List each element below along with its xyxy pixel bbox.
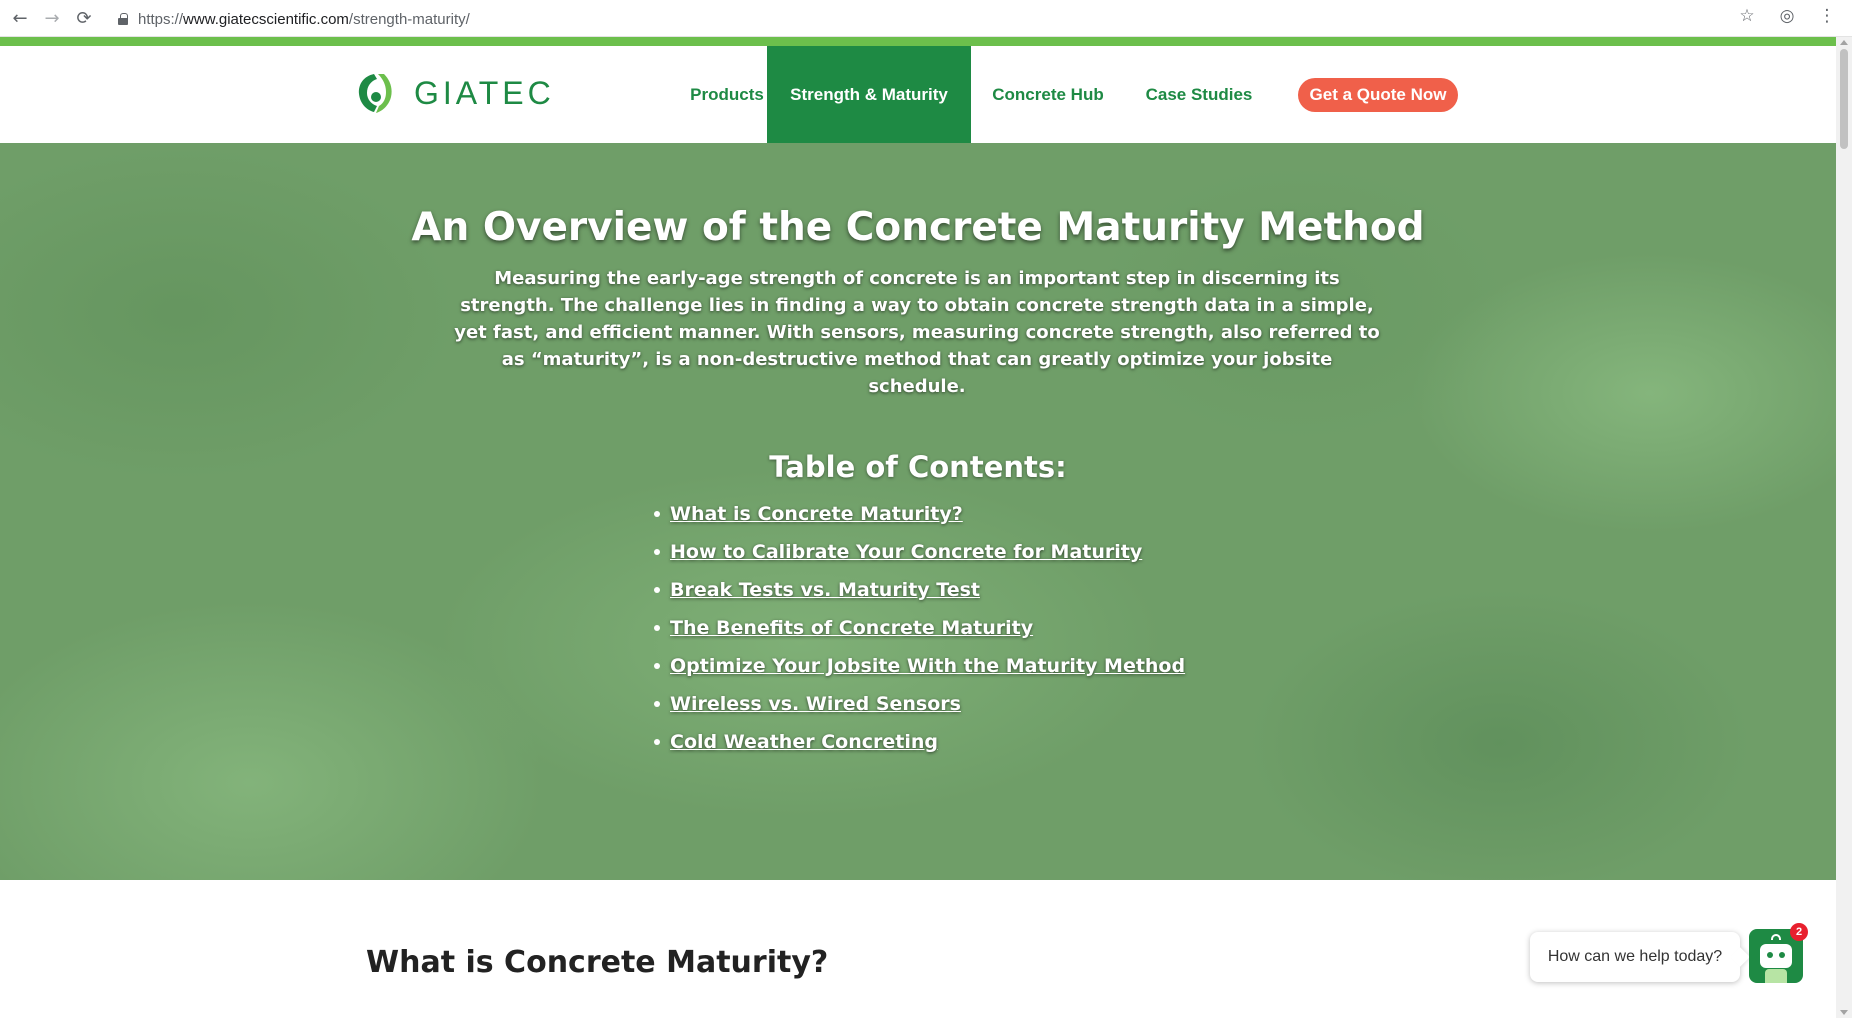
toc-link-what-is-maturity[interactable]: What is Concrete Maturity? <box>670 503 963 525</box>
get-quote-button[interactable]: Get a Quote Now <box>1298 78 1458 112</box>
toc-link-optimize-jobsite[interactable]: Optimize Your Jobsite With the Maturity … <box>670 655 1185 677</box>
toc-link-break-tests[interactable]: Break Tests vs. Maturity Test <box>670 579 980 601</box>
hero-intro: Measuring the early-age strength of conc… <box>454 268 1380 397</box>
reload-icon[interactable]: ⟳ <box>72 6 96 30</box>
hero-banner: An Overview of the Concrete Maturity Met… <box>0 143 1836 880</box>
back-icon[interactable]: ← <box>8 6 32 30</box>
toc-item: Wireless vs. Wired Sensors <box>654 685 1185 723</box>
section-heading: What is Concrete Maturity? <box>366 945 829 980</box>
page-scrollbar[interactable] <box>1836 37 1852 1018</box>
toc-item: Break Tests vs. Maturity Test <box>654 571 1185 609</box>
toc-item: Cold Weather Concreting <box>654 723 1185 761</box>
scrollbar-thumb[interactable] <box>1840 49 1848 149</box>
nav-strength-maturity[interactable]: Strength & Maturity <box>767 46 971 143</box>
robot-eye <box>1779 952 1785 958</box>
toc-link-wireless-vs-wired[interactable]: Wireless vs. Wired Sensors <box>670 693 961 715</box>
chat-prompt-bubble[interactable]: How can we help today? <box>1530 932 1740 982</box>
toc-item: Optimize Your Jobsite With the Maturity … <box>654 647 1185 685</box>
scroll-up-icon[interactable] <box>1840 40 1848 45</box>
toc-link-cold-weather[interactable]: Cold Weather Concreting <box>670 731 938 753</box>
bullet-icon <box>654 739 660 745</box>
robot-eye <box>1767 952 1773 958</box>
notification-badge: 2 <box>1790 923 1808 941</box>
robot-face-icon <box>1760 944 1792 968</box>
logo-wordmark: GIATEC <box>414 74 555 111</box>
url-path: /strength-maturity/ <box>348 10 470 28</box>
incognito-icon[interactable]: ◎ <box>1776 6 1798 26</box>
nav-case-studies[interactable]: Case Studies <box>1137 46 1261 143</box>
toc-link-calibrate[interactable]: How to Calibrate Your Concrete for Matur… <box>670 541 1142 563</box>
giatec-logo[interactable]: GIATEC <box>350 70 555 116</box>
site-header: GIATEC Products Strength & Maturity Conc… <box>0 46 1836 143</box>
scroll-down-icon[interactable] <box>1840 1010 1848 1015</box>
wifi-signal-icon <box>1771 934 1781 940</box>
toc-item: What is Concrete Maturity? <box>654 495 1185 533</box>
lock-icon <box>118 13 128 25</box>
browser-toolbar: ← → ⟳ https://www.giatecscientific.com/s… <box>0 0 1852 37</box>
toc-item: How to Calibrate Your Concrete for Matur… <box>654 533 1185 571</box>
bullet-icon <box>654 701 660 707</box>
nav-concrete-hub[interactable]: Concrete Hub <box>981 46 1115 143</box>
url-host: www.giatecscientific.com <box>183 10 349 28</box>
table-of-contents: What is Concrete Maturity? How to Calibr… <box>654 495 1185 761</box>
toc-link-benefits[interactable]: The Benefits of Concrete Maturity <box>670 617 1033 639</box>
toc-item: The Benefits of Concrete Maturity <box>654 609 1185 647</box>
forward-icon[interactable]: → <box>40 6 64 30</box>
url-scheme: https:// <box>138 10 184 28</box>
bookmark-star-icon[interactable]: ☆ <box>1736 6 1758 26</box>
page-title: An Overview of the Concrete Maturity Met… <box>411 205 1425 250</box>
bullet-icon <box>654 663 660 669</box>
giatec-logo-icon <box>358 74 392 113</box>
chat-prompt-text: How can we help today? <box>1547 948 1723 965</box>
robot-body <box>1765 969 1787 983</box>
bullet-icon <box>654 625 660 631</box>
toc-heading: Table of Contents: <box>769 450 1067 484</box>
bullet-icon <box>654 549 660 555</box>
accent-bar <box>0 37 1836 46</box>
browser-menu-icon[interactable]: ⋮ <box>1816 6 1838 26</box>
bullet-icon <box>654 511 660 517</box>
browser-actions: ☆ ◎ ⋮ <box>1736 6 1838 26</box>
bullet-icon <box>654 587 660 593</box>
address-bar[interactable]: https://www.giatecscientific.com/strengt… <box>118 6 1718 32</box>
